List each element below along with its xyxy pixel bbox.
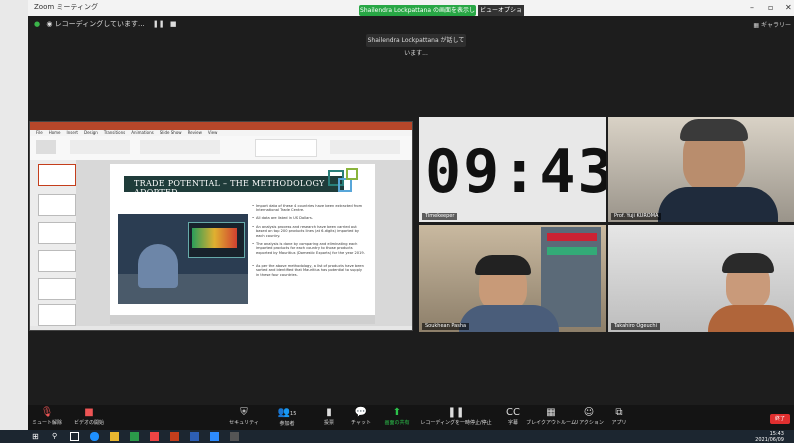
- participants-button[interactable]: 👥15 参加者: [264, 407, 310, 427]
- slide-thumbnail[interactable]: [38, 278, 76, 300]
- close-icon[interactable]: ✕: [785, 3, 792, 12]
- slide-photo: [118, 214, 248, 304]
- pause-stop-recording-button[interactable]: ❚❚ レコーディングを一時停止/停止: [416, 407, 496, 426]
- apps-button[interactable]: ⧉ アプリ: [596, 407, 642, 426]
- maximize-icon[interactable]: ▫: [768, 3, 773, 12]
- powerpoint-icon[interactable]: [170, 432, 179, 441]
- slide-bullet: As per the above methodology, a list of …: [252, 264, 366, 277]
- apps-icon: ⧉: [615, 407, 623, 418]
- meeting-toolbar: 🎙 ミュート解除 ■ ビデオの開始 ⛨ セキュリティ 👥15 参加者 ▮ 投票 💬 チャット…: [28, 405, 794, 430]
- grid-icon: ▦: [753, 22, 760, 29]
- participant-name: Timekeeper: [422, 213, 458, 220]
- gallery-view-button[interactable]: ▦ ギャラリー: [753, 20, 791, 29]
- video-tile-participant[interactable]: Soukhean Pasha: [419, 225, 606, 332]
- edge-icon[interactable]: [90, 432, 99, 441]
- microphone-muted-icon: 🎙: [40, 407, 54, 418]
- explorer-icon[interactable]: [110, 432, 119, 441]
- pause-recording-icon[interactable]: ❚❚: [153, 20, 165, 28]
- video-tile-participant[interactable]: Prof. Yuji KUROMA: [608, 117, 794, 222]
- security-button[interactable]: ⛨ セキュリティ: [221, 407, 267, 426]
- windows-start-icon[interactable]: ⊞: [32, 432, 41, 441]
- slide-thumbnail[interactable]: [38, 164, 76, 186]
- acrobat-icon[interactable]: [150, 432, 159, 441]
- decorative-square: [338, 178, 352, 192]
- slide-thumbnail[interactable]: [38, 304, 76, 326]
- taskbar: ⊞ ⚲ 15:43 2021/06/09: [0, 430, 794, 443]
- slide-bullet: An analysis process and research have be…: [252, 225, 366, 238]
- powerpoint-titlebar: [30, 122, 412, 130]
- video-tile-timekeeper[interactable]: 09:43 Timekeeper: [419, 117, 606, 222]
- task-view-icon[interactable]: [70, 432, 79, 441]
- recording-indicator: ● ◉ レコーディングしています... ❚❚ ■: [34, 19, 177, 29]
- slide-title: TRADE POTENTIAL – THE METHODOLOGY ADOPTE…: [134, 179, 325, 197]
- recording-status: レコーディングしています...: [54, 20, 145, 28]
- participant-name: Prof. Yuji KUROMA: [611, 213, 662, 220]
- view-options-button[interactable]: ビューオプション ▾: [478, 5, 524, 25]
- desktop-background: [0, 0, 28, 443]
- window-title: Zoom ミーティング: [34, 3, 98, 11]
- window-titlebar: Zoom ミーティング Shailendra Lockpattana の画面を表…: [28, 0, 794, 25]
- slide-thumbnails[interactable]: [30, 160, 76, 326]
- participant-name: Takahiro Ogeuchi: [611, 323, 660, 330]
- record-icon: ◉: [46, 20, 53, 28]
- slide-thumbnail[interactable]: [38, 222, 76, 244]
- slide-bullet: All data are listed in US Dollars.: [252, 216, 366, 221]
- minimize-icon[interactable]: –: [750, 3, 754, 12]
- share-screen-button[interactable]: ⬆ 画面の共有: [374, 407, 420, 426]
- video-tile-participant[interactable]: Takahiro Ogeuchi: [608, 225, 794, 332]
- shared-screen: File Home Insert Design Transitions Animation…: [29, 121, 413, 331]
- ribbon: [30, 136, 412, 161]
- word-icon[interactable]: [190, 432, 199, 441]
- video-off-icon: ■: [84, 407, 94, 418]
- shield-icon: ●: [34, 20, 41, 28]
- shield-icon: ⛨: [240, 407, 248, 418]
- stop-recording-icon[interactable]: ■: [170, 20, 177, 28]
- excel-icon[interactable]: [130, 432, 139, 441]
- slide-bullet: The analysis is done by comparing and el…: [252, 242, 366, 255]
- slide-thumbnail[interactable]: [38, 250, 76, 272]
- screen-share-banner: Shailendra Lockpattana の画面を表示しています: [359, 5, 476, 25]
- countdown-clock: 09:43: [425, 137, 606, 207]
- slide-thumbnail[interactable]: [38, 194, 76, 216]
- slide-bullet: Import data of these 4 countries have be…: [252, 204, 366, 213]
- share-screen-icon: ⬆: [392, 407, 402, 418]
- people-icon: 👥15: [277, 407, 297, 418]
- decorative-square: [346, 168, 358, 180]
- pause-icon: ❚❚: [447, 407, 465, 418]
- system-clock[interactable]: 15:43 2021/06/09: [755, 431, 784, 443]
- slide-footer: [110, 315, 375, 324]
- participant-name: Soukhean Pasha: [422, 323, 470, 330]
- unmute-button[interactable]: 🎙 ミュート解除: [24, 407, 70, 426]
- slide-canvas: TRADE POTENTIAL – THE METHODOLOGY ADOPTE…: [76, 160, 412, 326]
- search-icon[interactable]: ⚲: [52, 432, 61, 441]
- end-meeting-button[interactable]: 終了: [770, 414, 790, 424]
- zoom-icon[interactable]: [210, 432, 219, 441]
- current-slide: TRADE POTENTIAL – THE METHODOLOGY ADOPTE…: [110, 164, 375, 324]
- active-speaker-note: Shailendra Lockpattana が話しています...: [366, 34, 466, 57]
- app-icon[interactable]: [230, 432, 239, 441]
- slide-title-band: TRADE POTENTIAL – THE METHODOLOGY ADOPTE…: [124, 176, 344, 197]
- start-video-button[interactable]: ■ ビデオの開始: [66, 407, 112, 426]
